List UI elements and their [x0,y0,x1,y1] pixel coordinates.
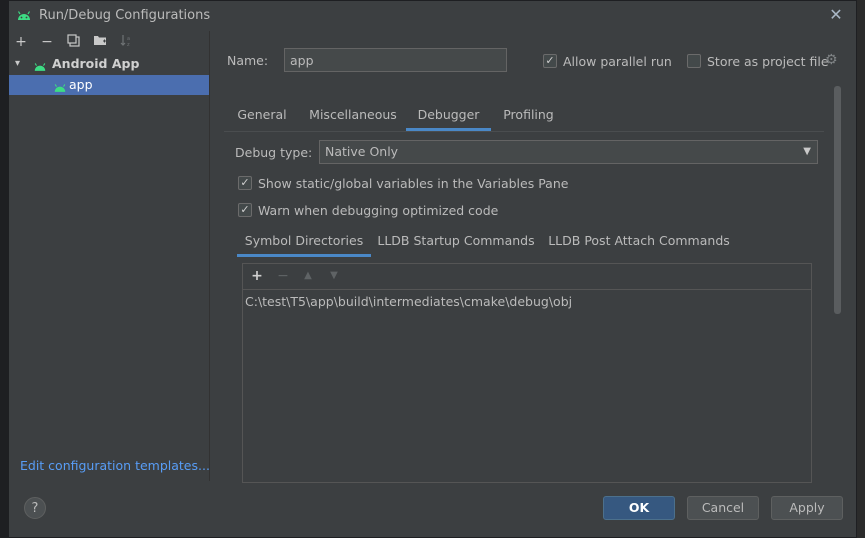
tab-label: General [237,107,287,122]
tab-profiling[interactable]: Profiling [497,101,560,131]
subtab-lldb-post-attach[interactable]: LLDB Post Attach Commands [546,229,732,257]
list-toolbar: + − ▲ ▼ [243,264,811,290]
allow-parallel-checkbox[interactable]: ✓ [543,54,557,68]
show-static-vars-checkbox[interactable]: ✓ [238,176,252,190]
ok-button[interactable]: OK [603,496,675,520]
tab-general[interactable]: General [231,101,293,131]
title-bar: Run/Debug Configurations ✕ [9,1,858,31]
tree-group-label: Android App [52,56,140,71]
configuration-tree-panel [9,31,210,481]
run-debug-dialog: Run/Debug Configurations ✕ + − az ▾ Andr… [8,0,857,538]
close-icon[interactable]: ✕ [827,6,845,24]
move-down-button[interactable]: ▼ [326,268,342,284]
chevron-down-icon: ▼ [803,146,811,157]
debug-type-select[interactable]: Native Only ▼ [319,140,818,164]
android-icon [16,9,32,24]
remove-configuration-button[interactable]: − [39,34,55,50]
background-ide [0,0,8,538]
subtab-label: LLDB Post Attach Commands [548,233,730,248]
tab-miscellaneous[interactable]: Miscellaneous [303,101,403,131]
store-project-checkbox[interactable] [687,54,701,68]
store-project-label: Store as project file [707,54,829,69]
debug-type-value: Native Only [325,144,399,159]
subtab-lldb-startup[interactable]: LLDB Startup Commands [377,229,535,257]
warn-optimized-label: Warn when debugging optimized code [258,203,499,218]
tab-debugger[interactable]: Debugger [406,101,491,131]
sort-icon[interactable]: az [118,34,134,50]
gear-icon[interactable]: ⚙ [825,52,838,68]
tree-item-app[interactable]: app [9,75,209,95]
tab-divider [224,131,824,132]
allow-parallel-label: Allow parallel run [563,54,672,69]
background-ide-right [857,0,865,538]
help-button[interactable]: ? [24,497,46,519]
tab-label: Profiling [503,107,554,122]
subtab-symbol-directories[interactable]: Symbol Directories [237,229,371,257]
tree-item-label: app [69,77,93,92]
add-directory-button[interactable]: + [249,268,265,284]
add-configuration-button[interactable]: + [13,34,29,50]
move-up-button[interactable]: ▲ [300,268,316,284]
warn-optimized-checkbox[interactable]: ✓ [238,203,252,217]
tree-group-android-app[interactable]: ▾ Android App [9,54,209,74]
name-field[interactable] [284,48,507,72]
remove-directory-button[interactable]: − [275,268,291,284]
subtab-label: Symbol Directories [244,233,364,248]
chevron-down-icon[interactable]: ▾ [15,54,20,74]
list-item[interactable]: C:\test\T5\app\build\intermediates\cmake… [245,294,572,309]
name-label: Name: [227,53,269,68]
apply-button[interactable]: Apply [771,496,843,520]
android-icon [53,79,67,99]
debug-type-label: Debug type: [235,145,313,160]
scrollbar[interactable] [834,86,841,314]
svg-text:z: z [127,42,130,47]
edit-templates-link[interactable]: Edit configuration templates... [20,458,210,473]
symbol-directories-list[interactable]: + − ▲ ▼ C:\test\T5\app\build\intermediat… [242,263,812,483]
subtab-label: LLDB Startup Commands [377,233,535,248]
show-static-vars-label: Show static/global variables in the Vari… [258,176,569,191]
tab-label: Debugger [417,107,480,122]
tab-label: Miscellaneous [309,107,397,122]
folder-icon[interactable] [92,34,108,50]
copy-icon[interactable] [65,34,81,50]
dialog-title: Run/Debug Configurations [39,8,211,23]
cancel-button[interactable]: Cancel [687,496,759,520]
